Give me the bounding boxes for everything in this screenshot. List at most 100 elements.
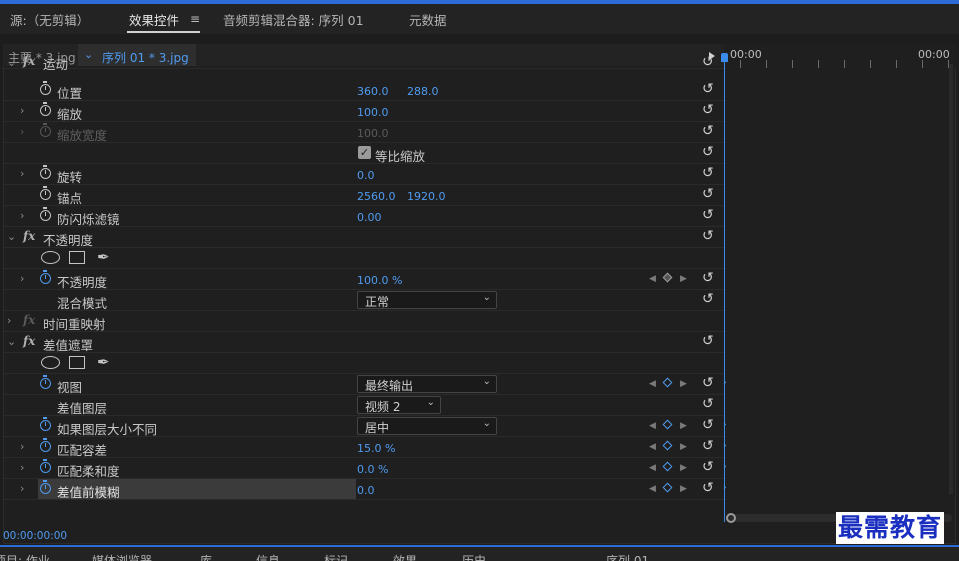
tab-sequence[interactable]: 序列 01 [606, 552, 649, 561]
anti-flicker-value[interactable]: 0.00 [357, 211, 382, 224]
tab-metadata[interactable]: 元数据 [409, 10, 447, 29]
reset-icon[interactable]: ↺ [702, 438, 714, 454]
prev-keyframe-icon[interactable]: ◀ [649, 274, 656, 284]
section-time-remapping[interactable]: › fx 时间重映射 [3, 311, 724, 332]
tab-effects[interactable]: 效果 [393, 552, 417, 561]
keyframe-marker[interactable]: › [723, 462, 729, 472]
add-keyframe-icon[interactable] [662, 377, 673, 388]
position-y-value[interactable]: 288.0 [407, 85, 439, 98]
tab-project[interactable]: 项目: 作业 [0, 552, 50, 561]
zoom-handle[interactable] [726, 513, 736, 523]
stopwatch-icon[interactable] [40, 438, 51, 452]
chevron-right-icon[interactable]: › [7, 314, 11, 327]
matching-softness-value[interactable]: 0.0 % [357, 463, 388, 476]
tab-libraries[interactable]: 库 [200, 552, 212, 561]
chevron-right-icon[interactable]: › [20, 440, 24, 453]
reset-icon[interactable]: ↺ [702, 417, 714, 433]
chevron-right-icon[interactable]: › [20, 272, 24, 285]
stopwatch-icon[interactable] [40, 102, 51, 116]
rectangle-mask-icon[interactable] [69, 251, 85, 264]
prev-keyframe-icon[interactable]: ◀ [649, 442, 656, 452]
next-keyframe-icon[interactable]: ▶ [680, 442, 687, 452]
chevron-down-icon[interactable]: ⌄ [7, 56, 16, 69]
stopwatch-icon[interactable] [40, 375, 51, 389]
stopwatch-icon[interactable] [40, 165, 51, 179]
blend-mode-dropdown[interactable]: 正常 ⌄ [357, 291, 497, 309]
matte-layer-dropdown[interactable]: 视频 2 ⌄ [357, 396, 441, 414]
next-keyframe-icon[interactable]: ▶ [680, 463, 687, 473]
anchor-x-value[interactable]: 2560.0 [357, 190, 396, 203]
keyframe-marker[interactable]: › [723, 420, 729, 430]
matching-tolerance-value[interactable]: 15.0 % [357, 442, 395, 455]
reset-icon[interactable]: ↺ [702, 186, 714, 202]
prev-keyframe-icon[interactable]: ◀ [649, 463, 656, 473]
panel-menu-icon[interactable]: ≡ [190, 12, 200, 26]
chevron-right-icon[interactable]: › [20, 482, 24, 495]
current-timecode[interactable]: 00:00:00:00 [3, 530, 67, 542]
reset-icon[interactable]: ↺ [702, 291, 714, 307]
prev-keyframe-icon[interactable]: ◀ [649, 484, 656, 494]
add-keyframe-icon[interactable] [662, 440, 673, 451]
chevron-down-icon[interactable]: ⌄ [7, 230, 16, 243]
prev-keyframe-icon[interactable]: ◀ [649, 379, 656, 389]
section-opacity[interactable]: ⌄ fx 不透明度 ↺ [3, 227, 724, 248]
tab-audio-clip-mixer[interactable]: 音频剪辑混合器: 序列 01 [223, 10, 364, 29]
keyframe-marker[interactable]: › [723, 378, 729, 388]
next-keyframe-icon[interactable]: ▶ [680, 379, 687, 389]
chevron-right-icon[interactable]: › [20, 461, 24, 474]
reset-icon[interactable]: ↺ [702, 333, 714, 349]
reset-icon[interactable]: ↺ [702, 165, 714, 181]
section-difference-matte[interactable]: ⌄ fx 差值遮罩 ↺ [3, 332, 724, 353]
next-keyframe-icon[interactable]: ▶ [680, 484, 687, 494]
tab-effect-controls[interactable]: 效果控件 [129, 10, 179, 29]
ellipse-mask-icon[interactable] [41, 356, 60, 369]
reset-icon[interactable]: ↺ [702, 270, 714, 286]
reset-icon[interactable]: ↺ [702, 396, 714, 412]
stopwatch-icon[interactable] [40, 207, 51, 221]
reset-icon[interactable]: ↺ [702, 459, 714, 475]
reset-icon[interactable]: ↺ [702, 102, 714, 118]
chevron-right-icon[interactable]: › [20, 104, 24, 117]
reset-icon[interactable]: ↺ [702, 480, 714, 496]
fx-icon[interactable]: fx [23, 334, 35, 348]
add-keyframe-icon[interactable] [662, 419, 673, 430]
keyframe-marker[interactable]: › [723, 483, 729, 493]
fx-icon[interactable]: fx [23, 229, 35, 243]
position-x-value[interactable]: 360.0 [357, 85, 389, 98]
pen-mask-icon[interactable]: ✒ [97, 248, 110, 266]
anchor-y-value[interactable]: 1920.0 [407, 190, 446, 203]
pen-mask-icon[interactable]: ✒ [97, 353, 110, 371]
opacity-value[interactable]: 100.0 % [357, 274, 402, 287]
reset-icon[interactable]: ↺ [702, 54, 714, 70]
next-keyframe-icon[interactable]: ▶ [680, 274, 687, 284]
reset-icon[interactable]: ↺ [702, 144, 714, 160]
tab-media-browser[interactable]: 媒体浏览器 [92, 552, 152, 561]
keyframe-marker[interactable]: › [723, 441, 729, 451]
reset-icon[interactable]: ↺ [702, 207, 714, 223]
reset-icon[interactable]: ↺ [702, 123, 714, 139]
tab-markers[interactable]: 标记 [324, 552, 348, 561]
stopwatch-icon[interactable] [40, 417, 51, 431]
view-dropdown[interactable]: 最终输出 ⌄ [357, 375, 497, 393]
stopwatch-icon[interactable] [40, 459, 51, 473]
ellipse-mask-icon[interactable] [41, 251, 60, 264]
uniform-scale-checkbox[interactable]: ✓ [358, 146, 371, 159]
next-keyframe-icon[interactable]: ▶ [680, 421, 687, 431]
vertical-scrollbar[interactable] [949, 64, 953, 494]
stopwatch-icon[interactable] [40, 186, 51, 200]
add-keyframe-icon[interactable] [662, 272, 673, 283]
add-keyframe-icon[interactable] [662, 461, 673, 472]
chevron-down-icon[interactable]: ⌄ [7, 335, 16, 348]
rotation-value[interactable]: 0.0 [357, 169, 375, 182]
stopwatch-icon[interactable] [40, 480, 51, 494]
chevron-right-icon[interactable]: › [20, 209, 24, 222]
section-motion[interactable]: ⌄ fx 运动 ↺ [3, 54, 724, 72]
stopwatch-icon[interactable] [40, 81, 51, 95]
reset-icon[interactable]: ↺ [702, 81, 714, 97]
tab-history[interactable]: 历史 [462, 552, 486, 561]
add-keyframe-icon[interactable] [662, 482, 673, 493]
chevron-right-icon[interactable]: › [20, 167, 24, 180]
reset-icon[interactable]: ↺ [702, 375, 714, 391]
stopwatch-icon[interactable] [40, 270, 51, 284]
tab-info[interactable]: 信息 [256, 552, 280, 561]
